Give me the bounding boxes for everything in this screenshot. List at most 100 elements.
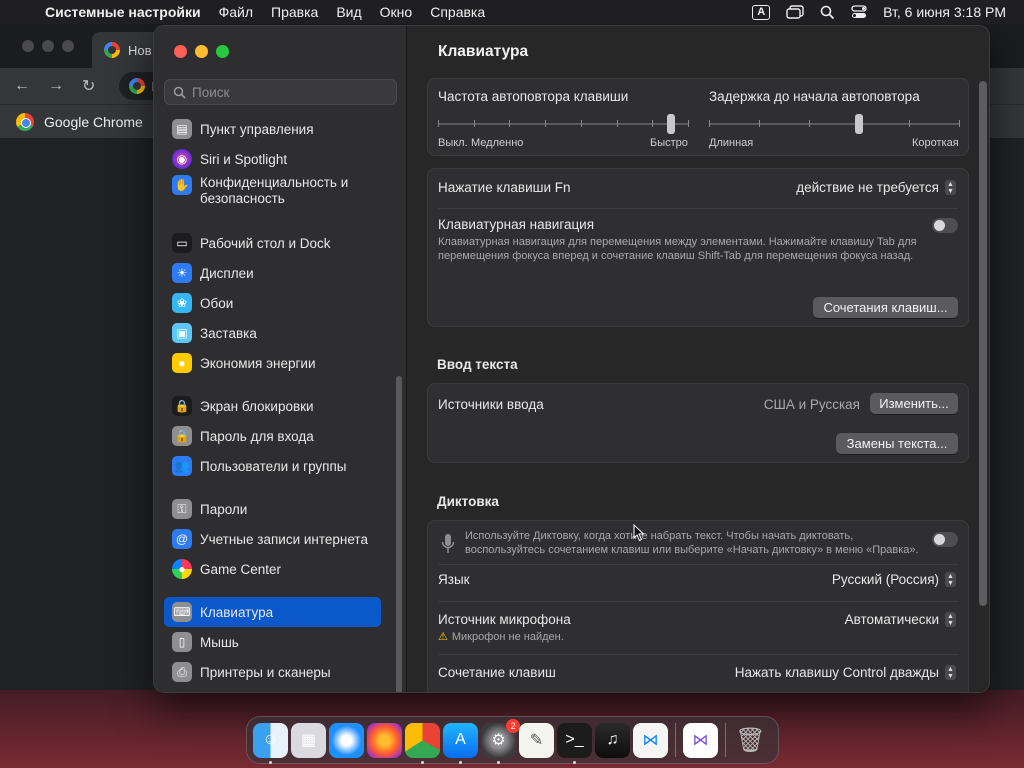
repeat-fast-label: Быстро: [650, 137, 688, 149]
garageband-icon[interactable]: ♫: [595, 722, 630, 758]
dock-icon: ▭: [172, 233, 192, 253]
launchpad-icon[interactable]: ▦: [291, 722, 326, 758]
edit-input-sources-button[interactable]: Изменить...: [870, 393, 958, 414]
sidebar-item-label: Конфиденциальность и безопасность: [200, 175, 349, 206]
bookmark-item[interactable]: Google Chrome: [44, 114, 143, 130]
microphone-icon: [441, 534, 455, 553]
sidebar-item[interactable]: ▤ Пункт управления: [164, 114, 381, 144]
spotlight-search-icon[interactable]: [812, 5, 843, 20]
slider-tick: [909, 120, 910, 127]
sidebar-item[interactable]: ⚿ Пароли: [164, 494, 381, 524]
sidebar-item[interactable]: ❀ Обои: [164, 288, 381, 318]
keyboard-nav-toggle[interactable]: [932, 218, 958, 233]
forward-arrow-icon[interactable]: →: [48, 77, 64, 95]
vscode-icon[interactable]: ⋈: [633, 722, 668, 758]
at-icon: @: [172, 529, 192, 549]
system-settings-icon[interactable]: ⚙ 2: [481, 718, 520, 764]
sidebar-item-label: Клавиатура: [200, 604, 274, 620]
keyboard-shortcuts-button[interactable]: Сочетания клавиш...: [813, 297, 958, 318]
sidebar-item[interactable]: ● Экономия энергии: [164, 348, 381, 378]
menu-bar: Системные настройки Файл Правка Вид Окно…: [0, 0, 1024, 24]
divider: [438, 654, 958, 655]
sidebar-item[interactable]: @ Учетные записи интернета: [164, 524, 381, 554]
repeat-slow-label: Медленно: [471, 137, 524, 149]
sidebar-item[interactable]: ⌨ Клавиатура: [164, 597, 381, 627]
chrome-icon[interactable]: [405, 722, 440, 764]
sidebar-item[interactable]: ☀ Дисплеи: [164, 258, 381, 288]
mic-source-popup[interactable]: Автоматически ▲ ▼: [845, 612, 956, 627]
slider-tick: [473, 120, 475, 127]
repeat-delay-thumb[interactable]: [855, 114, 863, 134]
google-favicon-icon: [104, 42, 120, 58]
sidebar-item[interactable]: ⎙ Принтеры и сканеры: [164, 657, 381, 687]
trash-icon[interactable]: 🗑: [733, 723, 768, 758]
bulb-icon: ●: [172, 353, 192, 373]
safari-icon[interactable]: ✦: [329, 722, 364, 758]
control-center-icon[interactable]: [843, 5, 875, 19]
dictation-shortcut-popup[interactable]: Нажать клавишу Control дважды ▲ ▼: [735, 665, 956, 680]
notification-badge: 2: [506, 718, 520, 733]
divider: [438, 601, 958, 602]
slider-tick: [759, 120, 760, 127]
menu-file[interactable]: Файл: [210, 4, 262, 20]
repeat-panel: Частота автоповтора клавиши Задержка до …: [427, 78, 969, 156]
sidebar-item[interactable]: ▭ Рабочий стол и Dock: [164, 228, 381, 258]
sidebar-item-label: Обои: [200, 295, 234, 311]
slider-tick: [616, 120, 618, 127]
zoom-window-icon[interactable]: [216, 45, 229, 58]
sidebar-item[interactable]: 🔒 Пароль для входа: [164, 421, 381, 451]
dictation-language-popup[interactable]: Русский (Россия) ▲ ▼: [832, 572, 956, 587]
repeat-rate-thumb[interactable]: [666, 114, 675, 134]
sidebar-item-label: Пользователи и группы: [200, 458, 347, 474]
dictation-language-value: Русский (Россия): [831, 572, 939, 587]
dictation-toggle[interactable]: [932, 532, 958, 547]
menu-help[interactable]: Справка: [421, 4, 494, 20]
slider-tick: [688, 120, 689, 127]
sidebar-item[interactable]: ▯ Мышь: [164, 627, 381, 657]
finder-icon[interactable]: ☺: [253, 722, 288, 764]
game-center-icon: ●: [172, 559, 192, 579]
sidebar-item[interactable]: ✋ Конфиденциальность и безопасность: [164, 172, 381, 210]
app-menu[interactable]: Системные настройки: [36, 4, 210, 20]
mouse-icon: ▯: [172, 632, 192, 652]
text-replacements-button[interactable]: Замены текста...: [836, 433, 958, 454]
repeat-off-label: Выкл.: [438, 137, 468, 149]
visual-studio-icon[interactable]: ⋈: [683, 722, 718, 758]
sidebar-scrollbar[interactable]: [396, 376, 402, 692]
menu-window[interactable]: Окно: [371, 4, 422, 20]
dictation-section-title: Диктовка: [437, 494, 499, 509]
sidebar-item-label: Заставка: [200, 325, 257, 341]
running-indicator: [269, 760, 272, 764]
reload-icon[interactable]: ↻: [82, 76, 95, 96]
chrome-tab[interactable]: Нов: [92, 32, 162, 68]
siri-icon: ◉: [172, 149, 192, 169]
slider-tick: [652, 120, 654, 127]
slider-tick: [709, 120, 710, 127]
textedit-icon[interactable]: ✎: [519, 722, 554, 758]
content-scrollbar[interactable]: [979, 81, 987, 606]
sidebar-item[interactable]: ◉ Siri и Spotlight: [164, 144, 381, 174]
input-source-icon[interactable]: A: [752, 4, 771, 20]
minimize-window-icon[interactable]: [195, 45, 208, 58]
clock[interactable]: Вт, 6 июня 3:18 PM: [875, 4, 1024, 20]
back-arrow-icon[interactable]: ←: [14, 77, 30, 95]
sidebar-item[interactable]: ● Game Center: [164, 554, 381, 584]
search-input[interactable]: Поиск: [164, 79, 397, 105]
terminal-icon[interactable]: >_: [557, 722, 592, 764]
fn-key-popup[interactable]: действие не требуется ▲ ▼: [796, 180, 956, 195]
sidebar-item-label: Экономия энергии: [200, 355, 316, 371]
slider-tick: [809, 120, 810, 127]
repeat-delay-slider[interactable]: [709, 113, 960, 137]
sidebar-item-label: Принтеры и сканеры: [200, 664, 331, 680]
sidebar-item[interactable]: 👥 Пользователи и группы: [164, 451, 381, 481]
firefox-icon[interactable]: [367, 722, 402, 758]
app-store-icon[interactable]: A: [443, 722, 478, 764]
repeat-rate-slider[interactable]: [438, 113, 689, 137]
window-switcher-icon[interactable]: [778, 5, 812, 19]
menu-edit[interactable]: Правка: [262, 4, 327, 20]
sidebar-item[interactable]: 🔒 Экран блокировки: [164, 391, 381, 421]
close-window-icon[interactable]: [174, 45, 187, 58]
sidebar-item[interactable]: ▣ Заставка: [164, 318, 381, 348]
sidebar-item-label: Пароли: [200, 501, 248, 517]
menu-view[interactable]: Вид: [327, 4, 370, 20]
